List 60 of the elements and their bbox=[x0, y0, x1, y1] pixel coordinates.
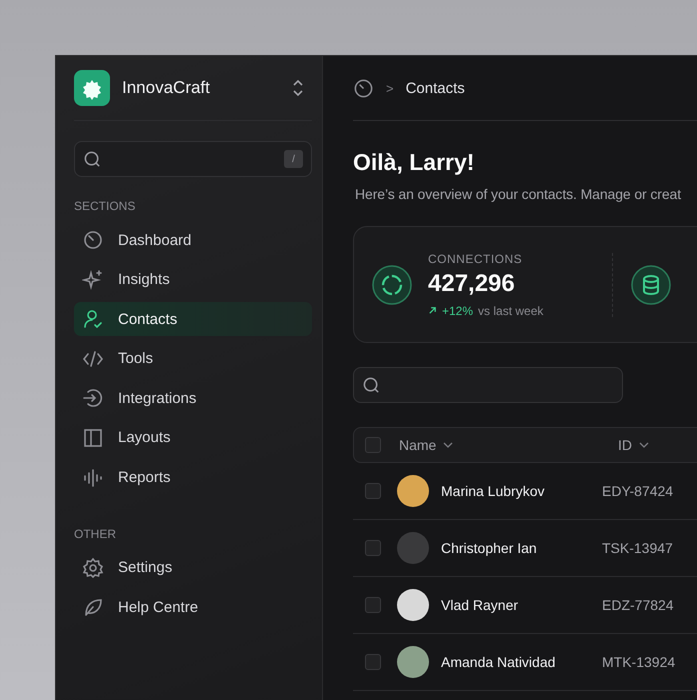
table-search-field[interactable] bbox=[353, 367, 623, 403]
row-checkbox[interactable] bbox=[365, 597, 381, 613]
breadcrumb-current[interactable]: Contacts bbox=[406, 80, 465, 96]
chevron-updown-icon[interactable] bbox=[292, 79, 304, 97]
arrow-up-right-icon bbox=[428, 306, 437, 315]
nav-item[interactable]: Contacts bbox=[74, 302, 312, 336]
dial-icon[interactable] bbox=[353, 78, 374, 98]
contact-id: TSK-13947 bbox=[602, 540, 673, 556]
row-checkbox[interactable] bbox=[365, 540, 381, 556]
change-comparison: vs last week bbox=[478, 304, 544, 318]
greeting-title: Oilà, Larry! bbox=[353, 149, 476, 176]
nav-item[interactable]: Dashboard bbox=[74, 223, 312, 257]
arrow-in-circle-icon bbox=[82, 387, 104, 410]
chevron-down-icon bbox=[639, 442, 649, 448]
nav-item[interactable]: Layouts bbox=[74, 420, 312, 455]
leaf-icon bbox=[82, 596, 104, 618]
avatar bbox=[397, 646, 429, 678]
avatar bbox=[397, 532, 429, 564]
contact-name: Amanda Natividad bbox=[441, 654, 556, 670]
gear-icon bbox=[82, 556, 104, 579]
section-heading: SECTIONS bbox=[74, 199, 136, 213]
database-icon bbox=[631, 264, 671, 304]
nav-item[interactable]: Insights bbox=[74, 262, 312, 297]
select-all-checkbox[interactable] bbox=[365, 437, 381, 453]
nav-item[interactable]: Help Centre bbox=[74, 590, 312, 624]
greeting-subtitle: Here’s an overview of your contacts. Manage or creat bbox=[355, 186, 682, 202]
contact-id: MTK-13924 bbox=[602, 654, 676, 670]
stat-label: CONNECTIONS bbox=[428, 252, 524, 266]
nav-item[interactable]: Reports bbox=[74, 460, 312, 495]
breadcrumb-separator: > bbox=[386, 80, 394, 96]
change-value: +12% bbox=[442, 304, 474, 318]
section-heading: OTHER bbox=[74, 526, 117, 541]
contact-name: Marina Lubrykov bbox=[441, 483, 544, 499]
sparkle-icon bbox=[82, 268, 104, 291]
contact-id: EDY-87424 bbox=[602, 483, 674, 499]
avatar bbox=[397, 589, 429, 621]
avatar bbox=[397, 475, 429, 507]
workspace-name: InnovaCraft bbox=[122, 78, 211, 98]
nav-item[interactable]: Integrations bbox=[74, 381, 312, 416]
chevron-down-icon bbox=[443, 442, 454, 448]
contact-name: Christopher Ian bbox=[441, 540, 537, 556]
shortcut-key: / bbox=[284, 150, 303, 168]
bars-icon bbox=[82, 466, 104, 489]
logo-icon bbox=[74, 70, 110, 106]
layout-icon bbox=[82, 426, 104, 449]
contact-id: EDZ-77824 bbox=[602, 597, 674, 613]
column-header[interactable]: ID bbox=[618, 437, 649, 453]
person-check-icon bbox=[82, 308, 104, 330]
row-checkbox[interactable] bbox=[365, 654, 381, 670]
dial-icon bbox=[82, 229, 104, 251]
search-field[interactable]: / bbox=[74, 141, 312, 177]
nav-item[interactable]: Tools bbox=[74, 342, 312, 376]
column-header[interactable]: Name bbox=[399, 437, 618, 453]
row-checkbox[interactable] bbox=[365, 483, 381, 499]
search-icon bbox=[362, 376, 381, 394]
contact-name: Vlad Rayner bbox=[441, 597, 518, 613]
search-icon bbox=[83, 150, 102, 168]
nav-item[interactable]: Settings bbox=[74, 550, 312, 585]
stat-value: 427,296 bbox=[428, 270, 516, 298]
ring-icon bbox=[372, 264, 412, 304]
